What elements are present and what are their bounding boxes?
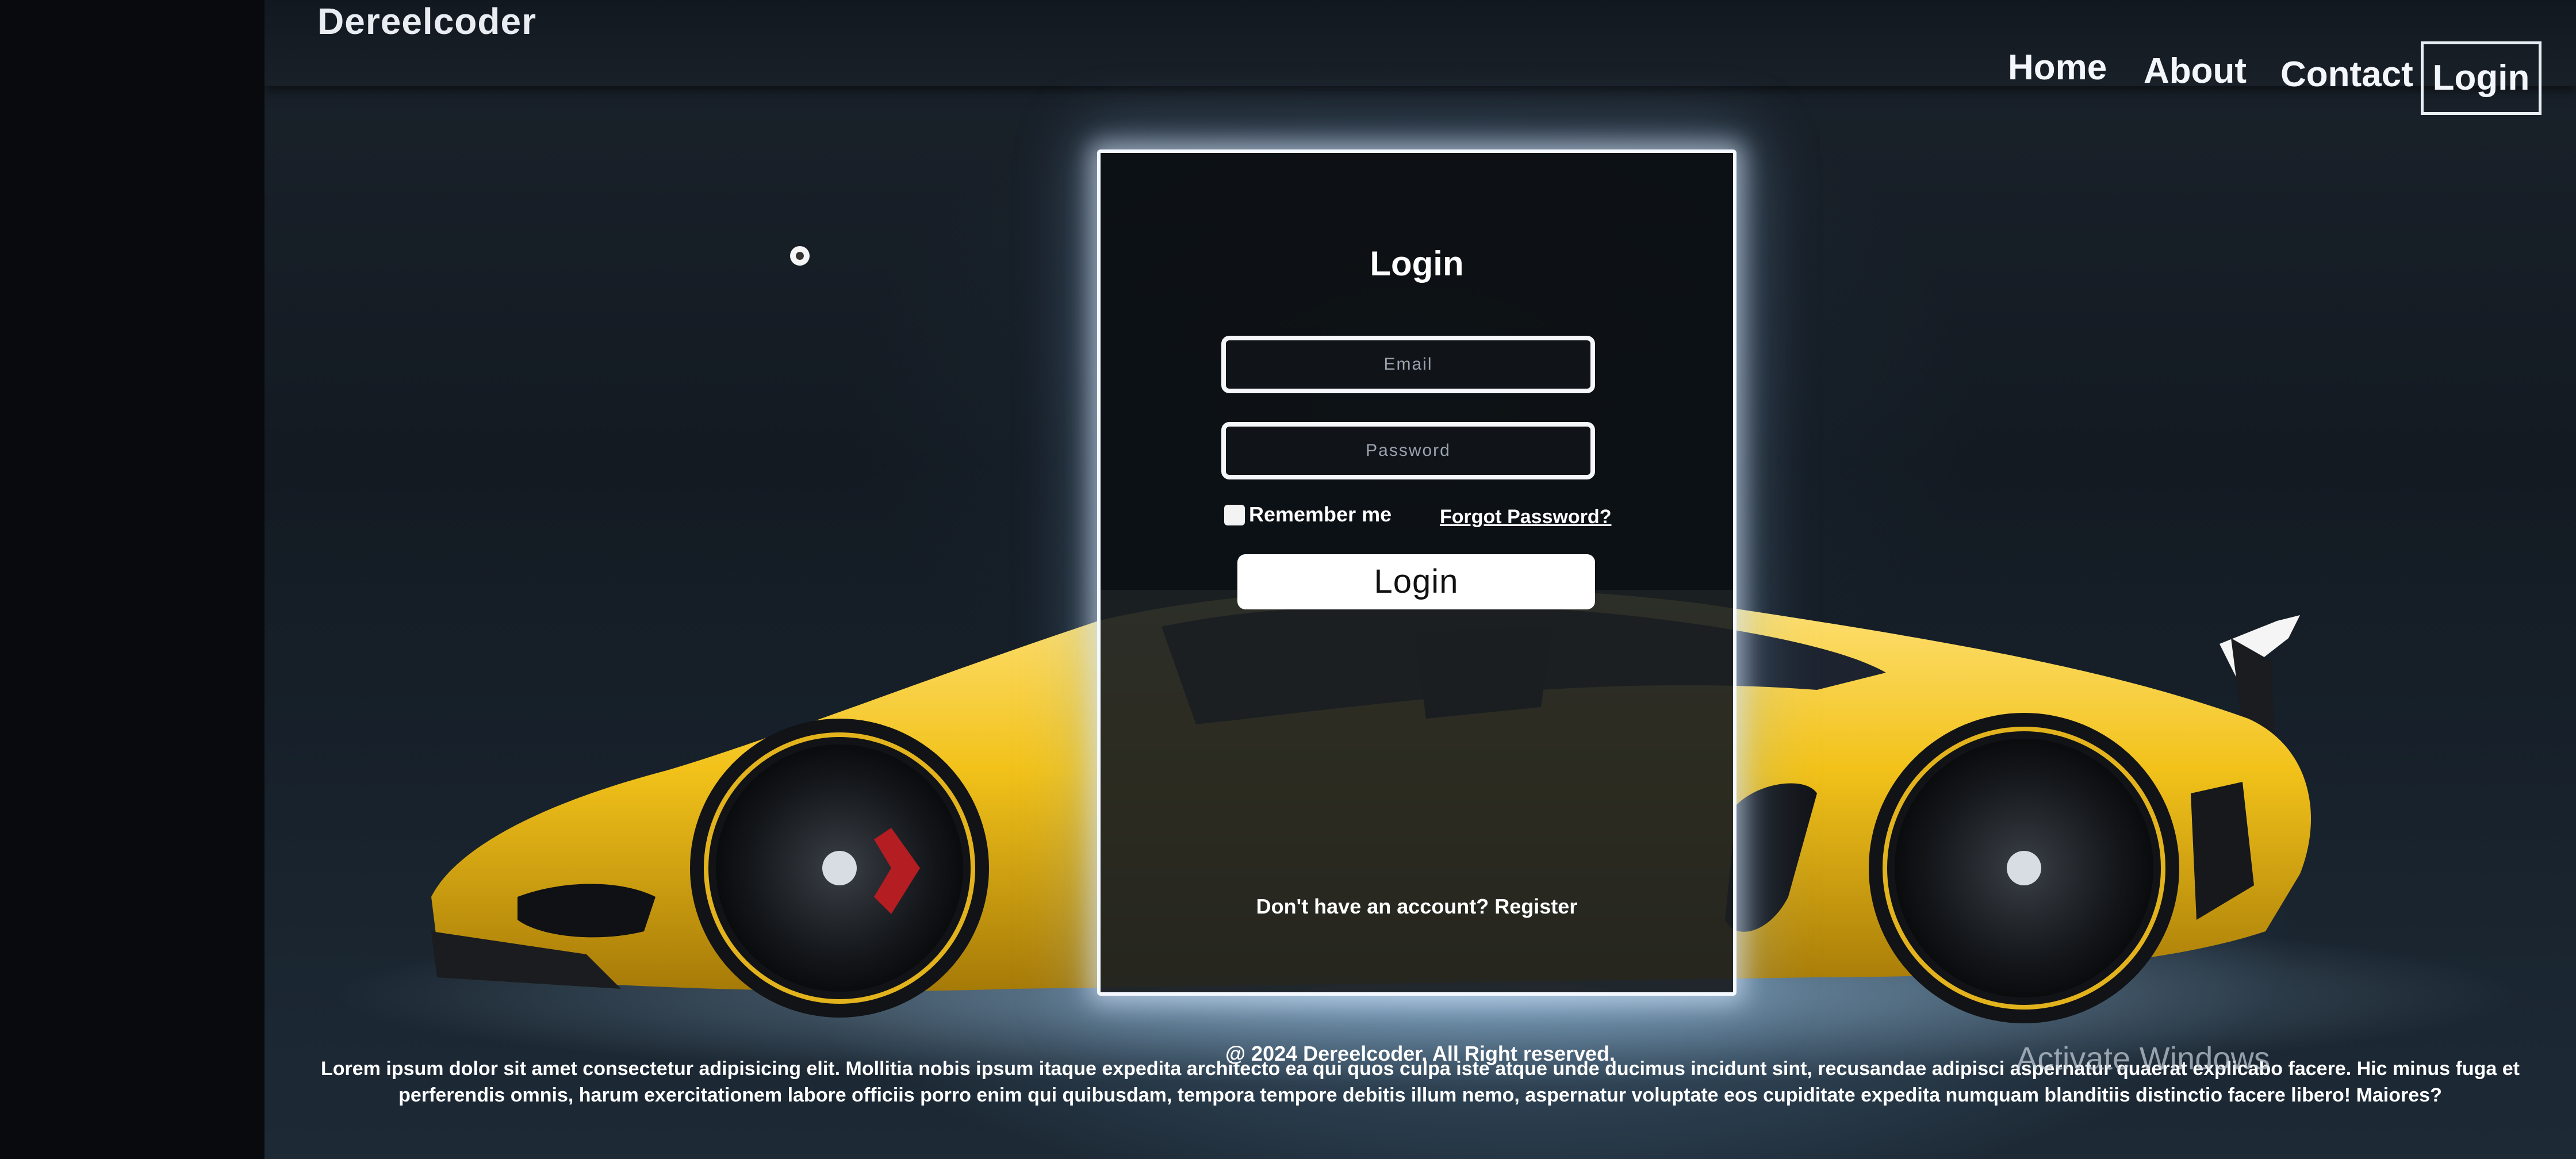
forgot-password-link[interactable]: Forgot Password? xyxy=(1440,506,1611,528)
footer-text-line-2: perferendis omnis, harum exercitationem … xyxy=(398,1084,2442,1106)
login-card: Login Remember me Forgot Password? Login… xyxy=(1097,149,1736,996)
login-button[interactable]: Login xyxy=(1237,554,1595,609)
password-field[interactable] xyxy=(1221,422,1595,479)
login-title: Login xyxy=(1370,244,1464,283)
card-car-reflection xyxy=(1101,590,1733,992)
register-link[interactable]: Don't have an account? Register xyxy=(1101,895,1733,919)
browser-viewport: Dereelcoder Home About Contact Login Log… xyxy=(264,0,2576,1159)
activate-windows-watermark: Activate Windows xyxy=(2016,1040,2270,1076)
remember-me-checkbox[interactable] xyxy=(1224,505,1245,525)
remember-me-label: Remember me xyxy=(1249,502,1392,526)
email-field[interactable] xyxy=(1221,336,1595,393)
